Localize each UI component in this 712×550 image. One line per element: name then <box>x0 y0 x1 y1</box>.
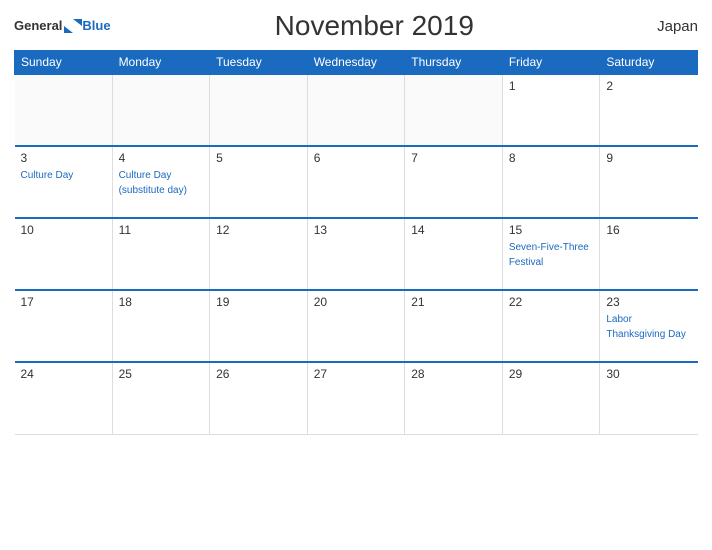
calendar-cell <box>112 74 210 146</box>
calendar-cell: 1 <box>502 74 600 146</box>
day-number: 6 <box>314 151 399 165</box>
event-label: Culture Day <box>119 170 172 181</box>
calendar-cell: 29 <box>502 362 600 434</box>
day-number: 5 <box>216 151 301 165</box>
day-number: 27 <box>314 367 399 381</box>
calendar-cell: 13 <box>307 218 405 290</box>
calendar-cell: 2 <box>600 74 698 146</box>
day-number: 3 <box>21 151 106 165</box>
country-label: Japan <box>638 18 698 35</box>
calendar-cell: 19 <box>210 290 308 362</box>
day-number: 24 <box>21 367 106 381</box>
week-row-4: 24 25 26 27 28 29 30 <box>15 362 698 434</box>
page-title: November 2019 <box>111 10 638 42</box>
calendar-cell: 6 <box>307 146 405 218</box>
calendar-cell: 15 Seven-Five-Three Festival <box>502 218 600 290</box>
calendar-cell: 22 <box>502 290 600 362</box>
calendar-cell: 9 <box>600 146 698 218</box>
day-number: 13 <box>314 223 399 237</box>
calendar-cell: 11 <box>112 218 210 290</box>
week-row-3: 17 18 19 20 21 22 23 Labor Thanksgiving Day <box>15 290 698 362</box>
day-number: 21 <box>411 295 496 309</box>
weekday-header-sunday: Sunday <box>15 51 113 75</box>
day-number: 28 <box>411 367 496 381</box>
calendar-header: SundayMondayTuesdayWednesdayThursdayFrid… <box>15 51 698 75</box>
logo-flag-icon <box>64 19 82 33</box>
day-number: 2 <box>606 79 691 93</box>
day-number: 11 <box>119 223 204 237</box>
logo-blue-text: Blue <box>82 19 110 33</box>
calendar-cell: 10 <box>15 218 113 290</box>
calendar-cell: 20 <box>307 290 405 362</box>
day-number: 26 <box>216 367 301 381</box>
calendar-cell: 16 <box>600 218 698 290</box>
day-number: 30 <box>606 367 691 381</box>
day-number: 4 <box>119 151 204 165</box>
weekday-header-thursday: Thursday <box>405 51 503 75</box>
calendar-cell <box>210 74 308 146</box>
week-row-0: 12 <box>15 74 698 146</box>
weekday-header-monday: Monday <box>112 51 210 75</box>
calendar-page: General Blue November 2019 Japan SundayM… <box>0 0 712 550</box>
week-row-2: 10 11 12 13 14 15 Seven-Five-Three Festival 16 <box>15 218 698 290</box>
logo-general-text: General <box>14 19 62 33</box>
day-number: 7 <box>411 151 496 165</box>
event-label: Labor <box>606 314 632 325</box>
calendar-cell <box>307 74 405 146</box>
calendar-cell: 12 <box>210 218 308 290</box>
calendar-cell: 27 <box>307 362 405 434</box>
event-label: Seven-Five-Three <box>509 242 589 253</box>
calendar-cell: 8 <box>502 146 600 218</box>
day-number: 14 <box>411 223 496 237</box>
event-label: Thanksgiving Day <box>606 329 685 340</box>
calendar-cell: 5 <box>210 146 308 218</box>
calendar-cell: 17 <box>15 290 113 362</box>
calendar-cell: 18 <box>112 290 210 362</box>
day-number: 20 <box>314 295 399 309</box>
day-number: 17 <box>21 295 106 309</box>
page-header: General Blue November 2019 Japan <box>14 10 698 42</box>
day-number: 19 <box>216 295 301 309</box>
calendar-cell: 23 Labor Thanksgiving Day <box>600 290 698 362</box>
weekday-header-friday: Friday <box>502 51 600 75</box>
event-label: Festival <box>509 257 543 268</box>
day-number: 25 <box>119 367 204 381</box>
day-number: 22 <box>509 295 594 309</box>
day-number: 12 <box>216 223 301 237</box>
event-label: (substitute day) <box>119 185 187 196</box>
calendar-cell: 7 <box>405 146 503 218</box>
weekday-header-wednesday: Wednesday <box>307 51 405 75</box>
calendar-body: 123Culture Day4Culture Day(substitute da… <box>15 74 698 434</box>
day-number: 29 <box>509 367 594 381</box>
day-number: 10 <box>21 223 106 237</box>
day-number: 1 <box>509 79 594 93</box>
calendar-table: SundayMondayTuesdayWednesdayThursdayFrid… <box>14 50 698 435</box>
calendar-cell: 4 Culture Day (substitute day) <box>112 146 210 218</box>
calendar-cell: 25 <box>112 362 210 434</box>
calendar-cell: 21 <box>405 290 503 362</box>
calendar-cell: 30 <box>600 362 698 434</box>
calendar-cell: 3 Culture Day <box>15 146 113 218</box>
event-label: Culture Day <box>21 170 74 181</box>
weekday-header-saturday: Saturday <box>600 51 698 75</box>
calendar-cell <box>405 74 503 146</box>
weekday-header-tuesday: Tuesday <box>210 51 308 75</box>
day-number: 18 <box>119 295 204 309</box>
calendar-cell: 28 <box>405 362 503 434</box>
logo: General Blue <box>14 19 111 33</box>
calendar-cell: 24 <box>15 362 113 434</box>
day-number: 16 <box>606 223 691 237</box>
calendar-cell: 26 <box>210 362 308 434</box>
calendar-cell <box>15 74 113 146</box>
weekday-header-row: SundayMondayTuesdayWednesdayThursdayFrid… <box>15 51 698 75</box>
day-number: 23 <box>606 295 691 309</box>
day-number: 9 <box>606 151 691 165</box>
calendar-cell: 14 <box>405 218 503 290</box>
day-number: 15 <box>509 223 594 237</box>
day-number: 8 <box>509 151 594 165</box>
week-row-1: 3 Culture Day 4 Culture Day (substitute day)… <box>15 146 698 218</box>
